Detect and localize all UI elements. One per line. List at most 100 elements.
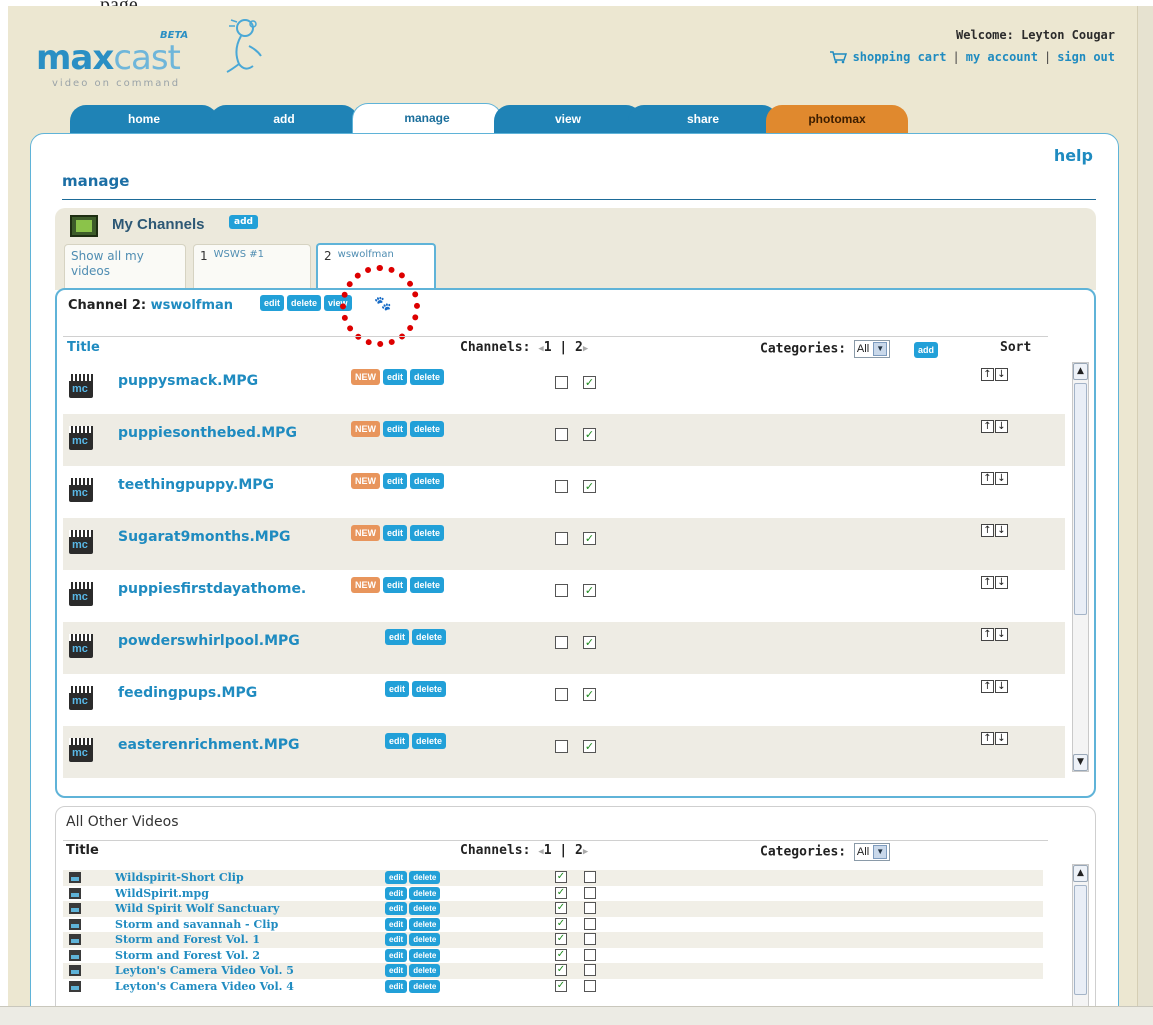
delete-button[interactable]: delete: [412, 629, 447, 645]
delete-button[interactable]: delete: [409, 902, 441, 915]
edit-button[interactable]: edit: [385, 964, 408, 977]
channel-2-checkbox[interactable]: [584, 948, 596, 961]
scroll-up-icon[interactable]: ▲: [1073, 363, 1088, 380]
channel-2-checkbox[interactable]: ✓: [583, 376, 596, 389]
tab-share[interactable]: share: [628, 105, 778, 133]
video-title-link[interactable]: Sugarat9months.MPG: [118, 529, 290, 545]
channel-2-checkbox[interactable]: ✓: [583, 636, 596, 649]
delete-button[interactable]: delete: [409, 933, 441, 946]
sign-out-link[interactable]: sign out: [1057, 50, 1115, 64]
channel-1-checkbox[interactable]: [555, 480, 568, 493]
channel-1-checkbox[interactable]: ✓: [555, 948, 567, 961]
edit-button[interactable]: edit: [385, 629, 410, 645]
scroll-up-icon[interactable]: ▲: [1073, 865, 1088, 882]
delete-button[interactable]: delete: [412, 681, 447, 697]
channel-2-checkbox[interactable]: ✓: [583, 428, 596, 441]
scroll-thumb[interactable]: [1074, 383, 1087, 615]
shopping-cart-link[interactable]: shopping cart: [853, 50, 947, 64]
scroll-down-icon[interactable]: ▼: [1073, 754, 1088, 771]
move-up-icon[interactable]: ↑: [981, 368, 994, 381]
scroll-thumb[interactable]: [1074, 885, 1087, 995]
add-channel-button[interactable]: add: [229, 215, 258, 229]
edit-button[interactable]: edit: [385, 917, 408, 931]
edit-button[interactable]: edit: [383, 473, 408, 489]
edit-button[interactable]: edit: [385, 871, 408, 884]
move-down-icon[interactable]: ↓: [995, 368, 1008, 381]
channel-2-checkbox[interactable]: ✓: [583, 688, 596, 701]
move-down-icon[interactable]: ↓: [995, 628, 1008, 641]
video-title-link[interactable]: feedingpups.MPG: [118, 685, 257, 701]
video-title-link[interactable]: Storm and Forest Vol. 2: [115, 949, 260, 962]
tab-show-all-videos[interactable]: Show all my videos: [64, 244, 186, 288]
video-title-link[interactable]: easterenrichment.MPG: [118, 737, 300, 753]
channel-1-checkbox[interactable]: [555, 376, 568, 389]
edit-button[interactable]: edit: [385, 933, 408, 946]
categories-select[interactable]: All ▼: [853, 340, 891, 358]
video-title-link[interactable]: Storm and savannah - Clip: [115, 918, 278, 931]
delete-button[interactable]: delete: [410, 369, 445, 385]
move-down-icon[interactable]: ↓: [995, 576, 1008, 589]
channel-2-checkbox[interactable]: [584, 902, 596, 914]
edit-button[interactable]: edit: [383, 577, 408, 593]
channel-1-checkbox[interactable]: [555, 740, 568, 753]
delete-button[interactable]: delete: [409, 979, 441, 993]
channel-2-checkbox[interactable]: ✓: [583, 584, 596, 597]
channel-2-checkbox[interactable]: ✓: [583, 532, 596, 545]
tab-channel-1[interactable]: 1 WSWS #1: [193, 244, 311, 288]
edit-button[interactable]: edit: [385, 681, 410, 697]
edit-button[interactable]: edit: [383, 421, 408, 437]
move-down-icon[interactable]: ↓: [995, 680, 1008, 693]
channel-delete-button[interactable]: delete: [287, 295, 322, 311]
channel-1-checkbox[interactable]: ✓: [555, 871, 567, 883]
tab-add[interactable]: add: [210, 105, 358, 133]
channel-1-checkbox[interactable]: ✓: [555, 886, 567, 899]
channel-1-checkbox[interactable]: [555, 428, 568, 441]
move-down-icon[interactable]: ↓: [995, 732, 1008, 745]
move-down-icon[interactable]: ↓: [995, 524, 1008, 537]
browser-scrollbar[interactable]: [1138, 6, 1153, 1006]
channel-1-checkbox[interactable]: ✓: [555, 933, 567, 945]
help-link[interactable]: help: [1054, 146, 1093, 165]
delete-button[interactable]: delete: [409, 886, 441, 900]
title-column-header[interactable]: Title: [67, 340, 100, 355]
video-title-link[interactable]: puppiesonthebed.MPG: [118, 425, 297, 441]
video-title-link[interactable]: Storm and Forest Vol. 1: [115, 933, 260, 946]
move-up-icon[interactable]: ↑: [981, 524, 994, 537]
channel-2-checkbox[interactable]: [584, 979, 596, 992]
video-title-link[interactable]: Wild Spirit Wolf Sanctuary: [115, 902, 279, 915]
channel-2-checkbox[interactable]: [584, 964, 596, 976]
channel-1-checkbox[interactable]: [555, 584, 568, 597]
tab-manage[interactable]: manage: [352, 103, 502, 135]
video-title-link[interactable]: Leyton's Camera Video Vol. 4: [115, 980, 294, 993]
channel-name-link[interactable]: wswolfman: [151, 298, 233, 313]
video-title-link[interactable]: teethingpuppy.MPG: [118, 477, 274, 493]
channel-2-checkbox[interactable]: ✓: [583, 740, 596, 753]
other-list-scrollbar[interactable]: ▲: [1072, 864, 1089, 1009]
other-categories-select[interactable]: All ▼: [853, 843, 891, 861]
other-title-header[interactable]: Title: [66, 843, 99, 858]
channel-1-checkbox[interactable]: ✓: [555, 979, 567, 992]
video-title-link[interactable]: Leyton's Camera Video Vol. 5: [115, 964, 294, 977]
move-up-icon[interactable]: ↑: [981, 472, 994, 485]
edit-button[interactable]: edit: [385, 948, 408, 962]
channel-1-checkbox[interactable]: ✓: [555, 902, 567, 914]
channel-2-checkbox[interactable]: [584, 871, 596, 883]
video-title-link[interactable]: puppysmack.MPG: [118, 373, 258, 389]
add-category-button[interactable]: add: [914, 342, 939, 358]
channel-list-scrollbar[interactable]: ▲ ▼: [1072, 362, 1089, 772]
delete-button[interactable]: delete: [410, 577, 445, 593]
move-up-icon[interactable]: ↑: [981, 420, 994, 433]
edit-button[interactable]: edit: [383, 525, 408, 541]
delete-button[interactable]: delete: [409, 917, 441, 931]
delete-button[interactable]: delete: [409, 871, 441, 884]
tab-view[interactable]: view: [494, 105, 642, 133]
channel-edit-button[interactable]: edit: [260, 295, 285, 311]
maxcast-logo[interactable]: BETA maxcast video on command: [30, 8, 270, 89]
channel-1-checkbox[interactable]: ✓: [555, 917, 567, 930]
video-title-link[interactable]: puppiesfirstdayathome.: [118, 581, 306, 597]
move-up-icon[interactable]: ↑: [981, 628, 994, 641]
edit-button[interactable]: edit: [385, 979, 408, 993]
delete-button[interactable]: delete: [412, 733, 447, 749]
channel-1-checkbox[interactable]: ✓: [555, 964, 567, 976]
video-title-link[interactable]: Wildspirit-Short Clip: [115, 871, 244, 884]
